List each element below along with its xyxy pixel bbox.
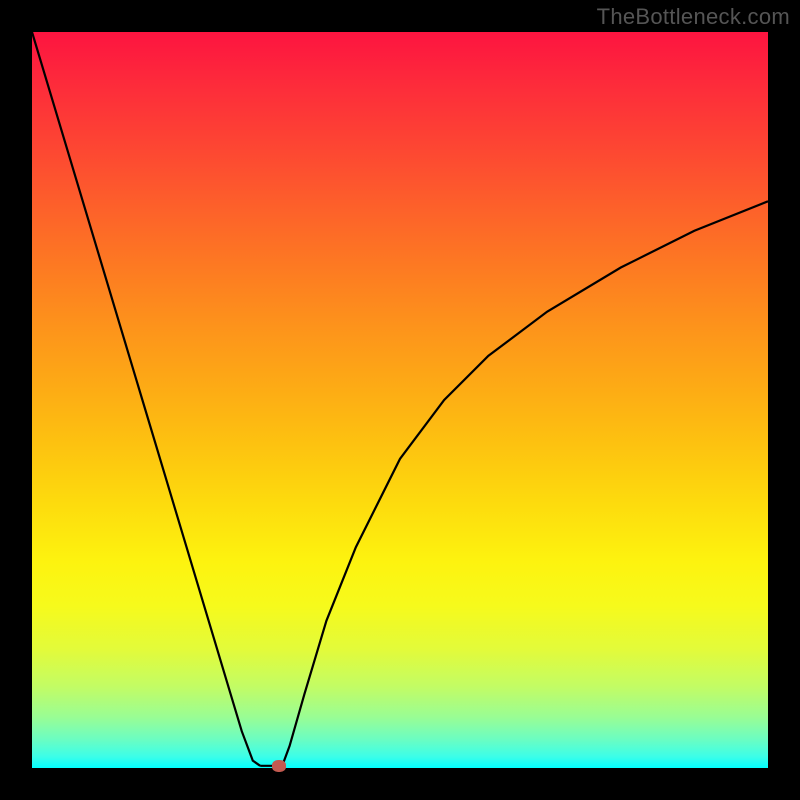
- plot-area: [32, 32, 768, 768]
- chart-container: TheBottleneck.com: [0, 0, 800, 800]
- attribution-text: TheBottleneck.com: [597, 4, 790, 30]
- left-branch-curve: [32, 32, 260, 766]
- curve-svg: [32, 32, 768, 768]
- right-branch-curve: [282, 201, 768, 766]
- minimum-marker: [272, 760, 286, 772]
